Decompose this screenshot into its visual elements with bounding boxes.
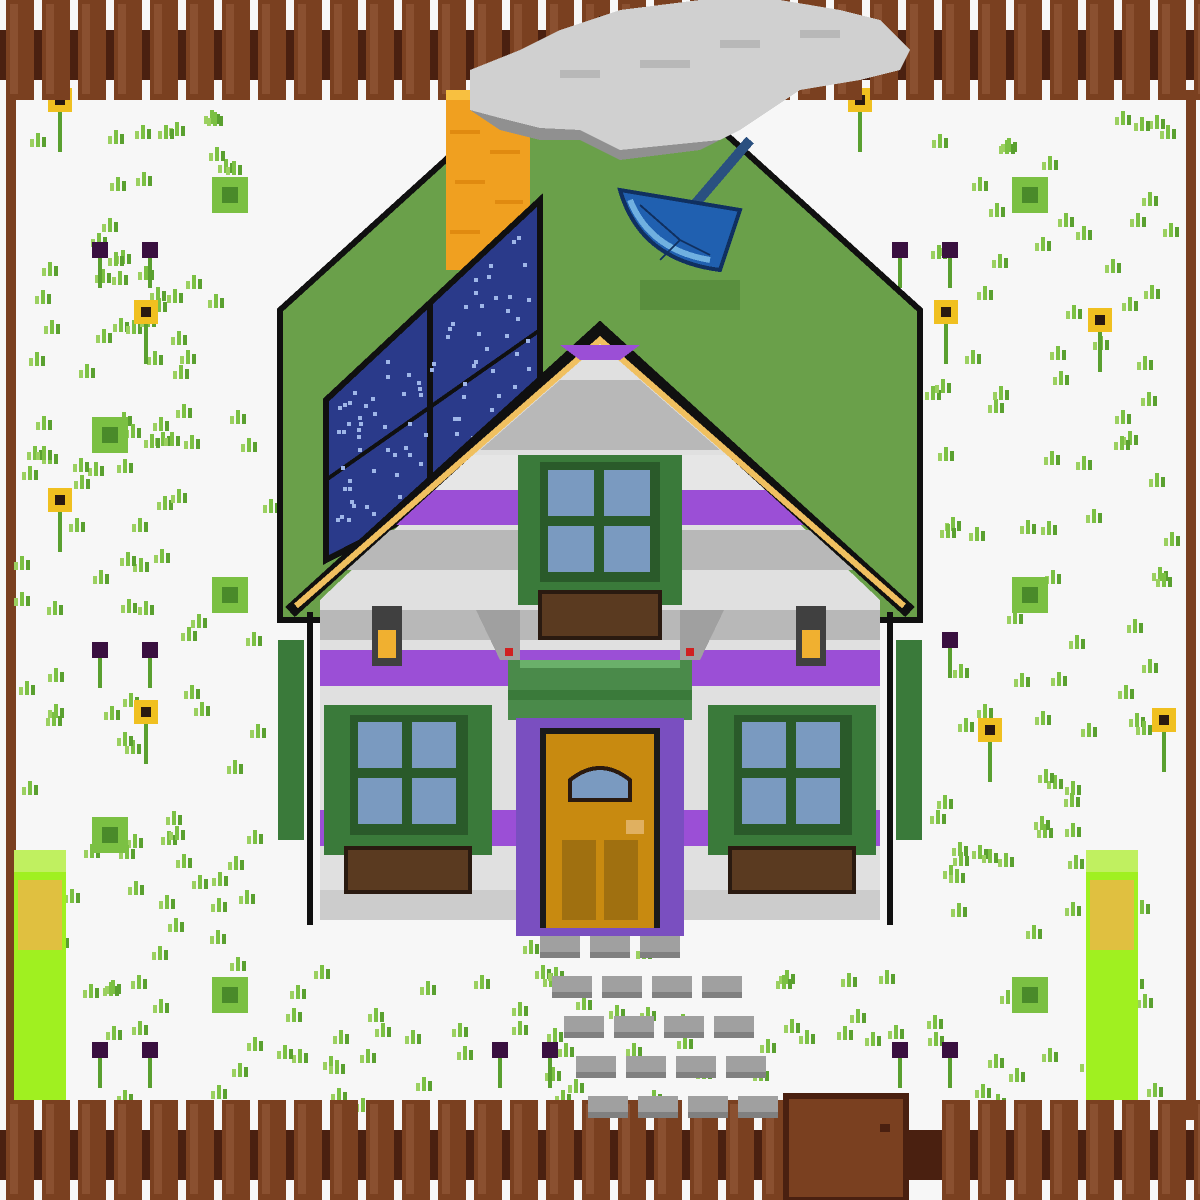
upper-window [518,455,682,640]
lamp-post-left[interactable] [14,850,66,1100]
path-stone [564,1016,604,1038]
clover [92,417,128,453]
path-stone [726,1056,766,1078]
path-stone [614,1016,654,1038]
path-stone [590,936,630,958]
path-stone [576,1056,616,1078]
path-stone [714,1016,754,1038]
path-stone [638,1096,678,1118]
path-stone [688,1096,728,1118]
clover [212,977,248,1013]
path-stone [640,936,680,958]
clover [1012,577,1048,613]
path-stone [738,1096,778,1118]
clover [212,577,248,613]
front-door[interactable] [516,718,684,936]
path-stone [652,976,692,998]
clover [212,177,248,213]
path-stone [588,1096,628,1118]
door-awning [508,660,692,720]
lamp-post-right[interactable] [1086,850,1138,1100]
clover [92,817,128,853]
path-stone [664,1016,704,1038]
path-stone [676,1056,716,1078]
path-stone [702,976,742,998]
window-right [708,705,876,894]
path-stone [552,976,592,998]
wall-lamp-right [796,606,826,666]
path-stone [602,976,642,998]
clover [1012,177,1048,213]
fence-right [1186,90,1196,1120]
path-stone [540,936,580,958]
wall-lamp-left [372,606,402,666]
farm-scene [0,0,1200,1200]
gate[interactable] [783,1093,909,1200]
clover [1012,977,1048,1013]
path-stone [626,1056,666,1078]
window-left [324,705,492,894]
